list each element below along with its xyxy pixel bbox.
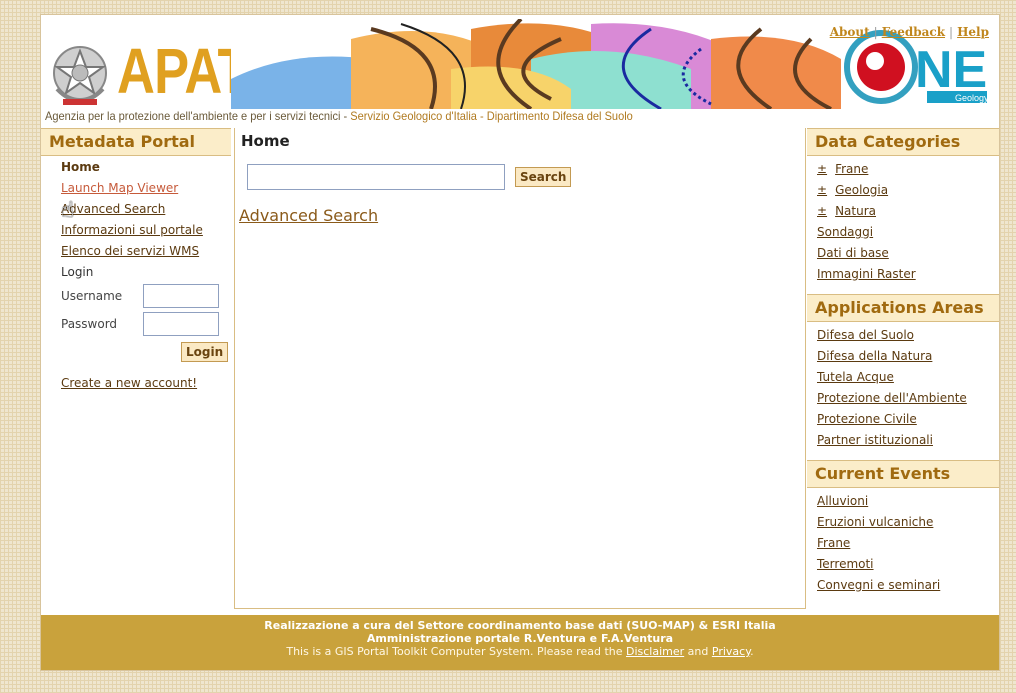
expand-icon[interactable]: ±: [817, 183, 827, 197]
hand-cursor-icon: ☝: [61, 198, 75, 223]
application-difesa-della-natura[interactable]: Difesa della Natura: [817, 349, 999, 363]
username-row: Username: [61, 282, 231, 310]
data-categories-heading: Data Categories: [807, 128, 999, 156]
application-difesa-del-suolo[interactable]: Difesa del Suolo: [817, 328, 999, 342]
left-menu: Home Launch Map Viewer Advanced Search I…: [41, 156, 231, 390]
about-link[interactable]: About: [830, 25, 870, 39]
data-category-natura[interactable]: ± Natura: [817, 204, 999, 218]
password-row: Password: [61, 310, 231, 338]
data-category-label: Natura: [835, 204, 876, 218]
event-eruzioni-vulcaniche[interactable]: Eruzioni vulcaniche: [817, 515, 999, 529]
data-category-immagini-raster[interactable]: Immagini Raster: [817, 267, 999, 281]
logo-sub: Geology: [955, 93, 989, 103]
application-partner-istituzionali[interactable]: Partner istituzionali: [817, 433, 999, 447]
menu-advanced-search[interactable]: Advanced Search: [61, 202, 231, 216]
application-protezione-civile[interactable]: Protezione Civile: [817, 412, 999, 426]
help-link[interactable]: Help: [957, 25, 989, 39]
expand-icon[interactable]: ±: [817, 162, 827, 176]
feedback-link[interactable]: Feedback: [882, 25, 945, 39]
divider: |: [873, 25, 878, 39]
agency-tagline: Agenzia per la protezione dell'ambiente …: [45, 109, 633, 123]
tagline-separator: -: [340, 109, 351, 123]
footer-notice: This is a GIS Portal Toolkit Computer Sy…: [41, 645, 999, 658]
create-account-link[interactable]: Create a new account!: [61, 376, 231, 390]
application-tutela-acque[interactable]: Tutela Acque: [817, 370, 999, 384]
footer-and: and: [687, 645, 709, 658]
right-sidebar: Data Categories ± Frane ± Geologia ± Natura So…: [807, 128, 999, 608]
tagline-main: Agenzia per la protezione dell'ambiente …: [45, 109, 341, 123]
menu-home[interactable]: Home: [61, 160, 231, 174]
page-title: Home: [241, 132, 290, 150]
search-row: Search: [247, 164, 572, 190]
applications-list: Difesa del Suolo Difesa della Natura Tutel…: [807, 322, 999, 460]
privacy-link[interactable]: Privacy: [712, 645, 750, 658]
top-links: About | Feedback | Help: [830, 25, 989, 39]
apat-logo: APAT: [117, 35, 250, 107]
expand-icon[interactable]: ±: [817, 204, 827, 218]
search-button[interactable]: Search: [515, 167, 572, 187]
data-category-label: Geologia: [835, 183, 889, 197]
onegeology-logo: NE Geology: [844, 30, 989, 104]
applications-areas-heading: Applications Areas: [807, 294, 999, 322]
footer-credits: Realizzazione a cura del Settore coordin…: [264, 619, 776, 632]
username-input[interactable]: [143, 284, 219, 308]
page-frame: APAT Agenzia per la protezione dell'ambi…: [40, 14, 1000, 671]
password-label: Password: [61, 317, 118, 331]
application-protezione-dell-ambiente[interactable]: Protezione dell'Ambiente: [817, 391, 999, 405]
menu-elenco-servizi-wms[interactable]: Elenco dei servizi WMS: [61, 244, 231, 258]
search-input[interactable]: [247, 164, 505, 190]
password-input[interactable]: [143, 312, 219, 336]
event-terremoti[interactable]: Terremoti: [817, 557, 999, 571]
data-category-frane[interactable]: ± Frane: [817, 162, 999, 176]
data-category-label: Frane: [835, 162, 869, 176]
footer: Realizzazione a cura del Settore coordin…: [41, 615, 999, 670]
data-categories-list: ± Frane ± Geologia ± Natura Sondaggi Dati di ba…: [807, 156, 999, 294]
menu-launch-map-viewer[interactable]: Launch Map Viewer: [61, 181, 231, 195]
left-sidebar: Metadata Portal Home Launch Map Viewer A…: [41, 128, 231, 608]
username-label: Username: [61, 289, 123, 303]
footer-notice-text: This is a GIS Portal Toolkit Computer Sy…: [286, 645, 623, 658]
login-button[interactable]: Login: [181, 342, 229, 362]
footer-period: .: [750, 645, 754, 658]
event-alluvioni[interactable]: Alluvioni: [817, 494, 999, 508]
footer-admin: Amministrazione portale R.Ventura e F.A.…: [366, 632, 674, 645]
tagline-department: Servizio Geologico d'Italia - Dipartimen…: [350, 109, 633, 123]
current-events-heading: Current Events: [807, 460, 999, 488]
disclaimer-link[interactable]: Disclaimer: [626, 645, 684, 658]
event-convegni-e-seminari[interactable]: Convegni e seminari: [817, 578, 999, 592]
divider: |: [949, 25, 954, 39]
italian-emblem-icon: [53, 46, 107, 105]
login-label: Login: [61, 265, 94, 279]
data-category-dati-di-base[interactable]: Dati di base: [817, 246, 999, 260]
header-banner: APAT Agenzia per la protezione dell'ambi…: [41, 15, 999, 125]
current-events-list: Alluvioni Eruzioni vulcaniche Frane Terremo…: [807, 488, 999, 605]
advanced-search-link[interactable]: Advanced Search: [239, 206, 378, 225]
data-category-label: Sondaggi: [817, 225, 874, 239]
data-category-geologia[interactable]: ± Geologia: [817, 183, 999, 197]
main-content: Home Search Advanced Search: [234, 128, 806, 609]
logo-letters: NE: [915, 41, 987, 99]
metadata-portal-heading: Metadata Portal: [41, 128, 231, 156]
geology-banner: [231, 19, 841, 109]
data-category-label: Dati di base: [817, 246, 889, 260]
data-category-label: Immagini Raster: [817, 267, 916, 281]
event-frane[interactable]: Frane: [817, 536, 999, 550]
menu-informazioni-portale[interactable]: Informazioni sul portale: [61, 223, 231, 237]
data-category-sondaggi[interactable]: Sondaggi: [817, 225, 999, 239]
